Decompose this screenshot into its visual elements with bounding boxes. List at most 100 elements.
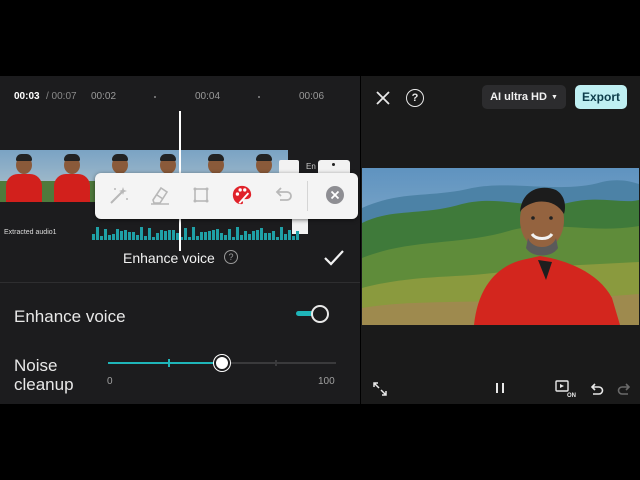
noise-label-line: Noise (14, 356, 58, 375)
ruler-tick: 00:04 (195, 91, 221, 102)
edit-toolbar (95, 173, 358, 219)
waveform-bar (256, 230, 259, 240)
waveform-bar (188, 237, 191, 240)
ruler-dot (154, 96, 156, 98)
waveform-bar (112, 234, 115, 240)
quality-label: AI ultra HD (490, 91, 547, 103)
crop-icon[interactable] (190, 184, 212, 206)
waveform-bar (168, 230, 171, 240)
audio-on-icon[interactable]: ON (555, 380, 577, 403)
waveform-bar (292, 236, 295, 240)
ruler-dot (258, 96, 260, 98)
palette-icon[interactable] (231, 184, 253, 206)
undo-icon[interactable] (272, 184, 294, 206)
waveform-bar (116, 229, 119, 240)
noise-label-line: cleanup (14, 375, 74, 394)
close-icon[interactable] (324, 184, 346, 206)
waveform-bar (196, 236, 199, 240)
waveform-bar (252, 231, 255, 240)
waveform-bar (228, 229, 231, 240)
enhance-voice-label: Enhance voice (14, 307, 126, 326)
export-button[interactable]: Export (575, 85, 627, 109)
waveform-bar (104, 229, 107, 240)
waveform-bar (200, 232, 203, 240)
waveform-bar (264, 233, 267, 240)
audio-track-label: Extracted audio1 (4, 229, 57, 236)
slider-min-label: 0 (107, 376, 113, 387)
undo-icon[interactable] (588, 381, 604, 402)
waveform-bar (260, 228, 263, 240)
waveform-bar (144, 236, 147, 240)
video-thumbnail (0, 150, 48, 202)
fullscreen-icon[interactable] (373, 382, 387, 401)
waveform-bar (240, 235, 243, 240)
waveform-bar (140, 227, 143, 240)
waveform-bar (280, 227, 283, 240)
waveform-bar (100, 236, 103, 240)
waveform-bar (128, 232, 131, 240)
help-icon[interactable]: ? (224, 250, 238, 264)
eraser-icon[interactable] (149, 184, 171, 206)
waveform-bar (108, 235, 111, 240)
confirm-check-icon[interactable] (322, 247, 346, 274)
slider-knob[interactable] (214, 355, 230, 371)
waveform-bar (192, 227, 195, 240)
waveform-bar (132, 232, 135, 240)
waveform-bar (160, 230, 163, 240)
panel-title: Enhance voice (123, 250, 215, 266)
waveform-bar (152, 237, 155, 240)
waveform-bar (236, 227, 239, 240)
slider-max-label: 100 (318, 376, 335, 387)
slider-default-marker (168, 359, 170, 367)
waveform-bar (288, 230, 291, 240)
timeline-editor: 00:03 / 00:07 00:02 00:04 00:06 En Extra… (0, 76, 360, 404)
current-timecode: 00:03 (14, 91, 40, 102)
close-icon[interactable] (374, 89, 392, 107)
waveform-bar (164, 231, 167, 240)
redo-icon[interactable] (617, 381, 633, 402)
waveform-bar (136, 235, 139, 240)
ruler-tick: 00:06 (299, 91, 325, 102)
pause-button[interactable] (493, 381, 507, 400)
waveform-bar (268, 233, 271, 240)
waveform-bar (172, 230, 175, 240)
preview-frame-image (362, 168, 639, 325)
magic-brush-icon[interactable] (108, 184, 130, 206)
waveform-bar (276, 237, 279, 240)
waveform-bar (212, 230, 215, 240)
clip-marker (279, 160, 299, 174)
quality-dropdown[interactable]: AI ultra HD ▼ (482, 85, 566, 109)
waveform-bar (224, 235, 227, 240)
waveform-bar (296, 231, 299, 240)
waveform-bar (124, 230, 127, 240)
waveform-bar (96, 227, 99, 240)
slider-fill (108, 362, 222, 364)
waveform-bar (92, 234, 95, 240)
total-duration: / 00:07 (46, 91, 77, 102)
waveform-bar (208, 231, 211, 240)
waveform-bar (272, 231, 275, 240)
waveform-bar (148, 228, 151, 240)
waveform-bar (216, 229, 219, 240)
slider-marker (275, 360, 277, 366)
video-thumbnail (48, 150, 96, 202)
noise-cleanup-label: Noise cleanup (14, 356, 74, 394)
waveform-bar (244, 231, 247, 240)
waveform-bar (156, 233, 159, 240)
waveform-bar (248, 234, 251, 240)
waveform-bar (284, 234, 287, 240)
caret-down-icon: ▼ (550, 93, 558, 101)
toggle-knob[interactable] (311, 305, 329, 323)
waveform-bar (232, 237, 235, 240)
clip-tag-label: En (306, 162, 316, 171)
clip-tag-dot (332, 163, 335, 166)
waveform-bar (220, 233, 223, 240)
toolbar-divider (307, 181, 308, 211)
waveform-bar (120, 231, 123, 240)
ruler-tick: 00:02 (91, 91, 117, 102)
help-icon[interactable]: ? (406, 89, 424, 107)
waveform-bar (184, 228, 187, 240)
audio-badge-text: ON (567, 393, 576, 398)
video-preview[interactable] (362, 168, 639, 325)
waveform-bar (204, 232, 207, 240)
